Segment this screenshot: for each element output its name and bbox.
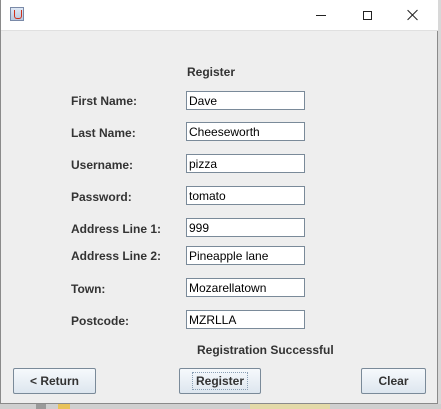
desktop-fragment [250,404,330,409]
town-field[interactable]: Mozarellatown [186,278,305,297]
app-window: Register First Name: Dave Last Name: Che… [0,0,439,404]
last-name-field[interactable]: Cheeseworth [186,122,305,141]
address-line-2-label: Address Line 2: [71,249,162,263]
desktop-fragment [36,404,46,409]
password-label: Password: [71,190,132,204]
title-bar[interactable] [1,0,439,31]
address-line-1-label: Address Line 1: [71,222,162,236]
town-label: Town: [71,282,106,296]
register-button[interactable]: Register [179,368,261,394]
password-field[interactable]: tomato [186,186,305,205]
close-button[interactable] [390,0,436,30]
return-button[interactable]: < Return [13,368,96,394]
maximize-button[interactable] [344,0,390,30]
maximize-icon [362,10,372,20]
address-line-1-field[interactable]: 999 [186,218,305,237]
close-icon [407,9,419,21]
register-button-label: Register [191,372,249,390]
form-heading: Register [187,65,236,79]
first-name-field[interactable]: Dave [186,91,305,110]
postcode-label: Postcode: [71,314,130,328]
username-field[interactable]: pizza [186,154,305,173]
desktop-background-strip [0,404,441,409]
address-line-2-field[interactable]: Pineapple lane [186,246,305,265]
username-label: Username: [71,158,134,172]
postcode-field[interactable]: MZRLLA [186,310,305,329]
first-name-label: First Name: [71,94,138,108]
minimize-icon [316,14,326,16]
last-name-label: Last Name: [71,126,136,140]
clear-button[interactable]: Clear [361,368,426,394]
folder-icon [58,404,70,409]
java-app-icon [10,7,24,21]
minimize-button[interactable] [298,0,344,30]
status-message: Registration Successful [197,343,334,357]
